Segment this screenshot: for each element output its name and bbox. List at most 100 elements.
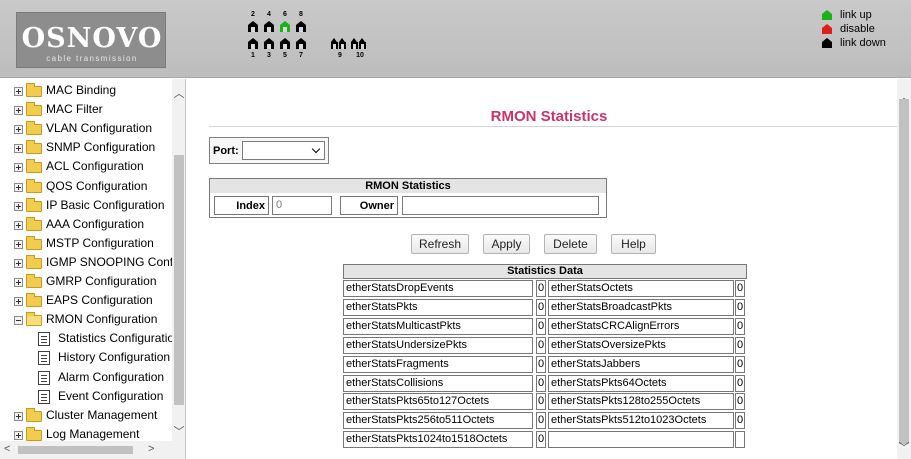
expand-icon[interactable] [14,144,23,154]
expand-icon[interactable] [14,201,23,211]
expand-icon[interactable] [14,239,23,249]
expand-icon[interactable] [14,297,23,307]
scroll-down-icon[interactable]: ﹀ [897,439,911,455]
scroll-down-icon[interactable]: ﹀ [172,423,185,438]
scrollbar-thumb[interactable] [174,155,184,405]
port-4-icon[interactable] [264,21,274,32]
stat-name: etherStatsPkts64Octets [548,374,734,392]
tree-folder-item[interactable]: MSTP Configuration [0,234,172,253]
tree-page-item[interactable]: Alarm Configuration [0,368,172,387]
scrollbar-thumb[interactable] [899,99,909,444]
port-9-icon[interactable] [331,38,338,49]
apply-button[interactable]: Apply [483,234,530,254]
stat-name: etherStatsBroadcastPkts [548,298,734,316]
help-button[interactable]: Help [611,234,656,254]
stat-value: 0 [536,393,546,411]
tree-folder-item[interactable]: MAC Filter [0,100,172,119]
port-2-icon[interactable] [248,21,258,32]
tree-item-label: VLAN Configuration [46,121,153,136]
tree-page-item[interactable]: History Configuration [0,348,172,367]
folder-icon [26,235,42,250]
scroll-right-icon[interactable]: > [148,443,154,455]
tree-item-label: MAC Filter [46,102,103,117]
tree-item-label: Statistics Configuratio [58,331,175,346]
stat-name: etherStatsUndersizePkts [343,336,533,354]
expand-icon[interactable] [14,182,23,192]
delete-button[interactable]: Delete [544,234,597,254]
scroll-left-icon[interactable]: < [4,443,10,455]
port-7-icon[interactable] [296,38,306,49]
table-row: etherStatsDropEvents 0 etherStatsOctets 0 [343,279,747,298]
stat-value: 0 [735,412,745,430]
sidebar-horizontal-scrollbar[interactable]: < > [0,441,185,459]
collapse-icon[interactable] [14,316,23,326]
expand-icon[interactable] [14,258,23,268]
tree-item-label: History Configuration [58,350,171,365]
expand-icon[interactable] [14,125,23,135]
index-input[interactable]: 0 [272,196,332,215]
tree-page-item[interactable]: Event Configuration [0,387,172,406]
tree-folder-item[interactable]: VLAN Configuration [0,119,172,138]
tree-item-label: GMRP Configuration [46,274,157,288]
port-number: 7 [299,52,303,59]
tree-folder-item[interactable]: IP Basic Configuration [0,196,172,215]
tree-item-label: EAPS Configuration [46,293,153,308]
port-6-icon[interactable] [280,21,290,32]
tree-folder-item[interactable]: MAC Binding [0,81,172,100]
owner-input[interactable] [402,196,599,215]
tree-item-label: QOS Configuration [46,178,148,193]
expand-icon[interactable] [14,106,23,116]
table-row: etherStatsUndersizePkts 0 etherStatsOversi… [343,336,747,355]
stat-value: 0 [735,336,745,354]
table-row: etherStatsFragments 0 etherStatsJabbers 0 [343,355,747,374]
expand-icon[interactable] [14,278,23,287]
stat-value: 0 [735,393,745,411]
owner-label: Owner [359,200,394,212]
tree-page-item[interactable]: Statistics Configuratio [0,329,175,348]
tree-folder-item[interactable]: SNMP Configuration [0,138,172,157]
tree-item-label: AAA Configuration [46,216,145,231]
port-number: 4 [267,11,271,18]
expand-icon[interactable] [14,411,23,421]
port-5-icon[interactable] [280,38,290,49]
refresh-button[interactable]: Refresh [411,234,469,254]
tree-item-label: RMON Configuration [46,312,158,327]
table-row: etherStatsPkts256to511Octets 0 etherStatsP… [343,411,747,430]
port-9-icon[interactable] [339,38,346,49]
scroll-up-icon[interactable]: ︿ [172,85,185,100]
stat-value: 0 [735,280,745,297]
port-1-icon[interactable] [248,38,258,49]
stat-value: 0 [536,317,546,335]
tree-folder-item[interactable]: AAA Configuration [0,215,172,234]
port-number: 8 [299,11,303,18]
stat-value: 0 [536,431,546,449]
folder-icon [26,254,42,269]
tree-folder-item[interactable]: RMON Configuration [0,310,172,329]
tree-folder-item[interactable]: GMRP Configuration [0,272,172,291]
tree-folder-item[interactable]: ACL Configuration [0,157,172,176]
main-vertical-scrollbar[interactable]: ︿ ﹀ [897,79,911,459]
tree-folder-item[interactable]: Cluster Management [0,406,172,425]
port-8-icon[interactable] [296,21,306,32]
tree-folder-item[interactable]: IGMP SNOOPING Confi [0,253,176,272]
sidebar-vertical-scrollbar[interactable]: ︿ ﹀ [172,79,185,441]
folder-icon [26,274,42,288]
tree-folder-item[interactable]: EAPS Configuration [0,291,172,310]
main-content: RMON Statistics Port: RMON Statistics In… [187,79,911,459]
scrollbar-thumb[interactable] [18,446,133,454]
port-select[interactable] [242,141,325,160]
tree-item-label: MAC Binding [46,83,117,97]
expand-icon[interactable] [14,87,23,96]
expand-icon[interactable] [14,430,23,440]
port-10-icon[interactable] [351,38,358,49]
document-icon [38,332,50,347]
divider [209,126,897,127]
expand-icon[interactable] [14,220,23,230]
expand-icon[interactable] [14,163,23,173]
tree-item-label: IP Basic Configuration [46,197,165,212]
port-3-icon[interactable] [264,38,274,49]
port-10-icon[interactable] [359,38,366,49]
stat-value: 0 [735,355,745,373]
stat-name: etherStatsJabbers [548,355,734,373]
tree-folder-item[interactable]: QOS Configuration [0,177,172,196]
